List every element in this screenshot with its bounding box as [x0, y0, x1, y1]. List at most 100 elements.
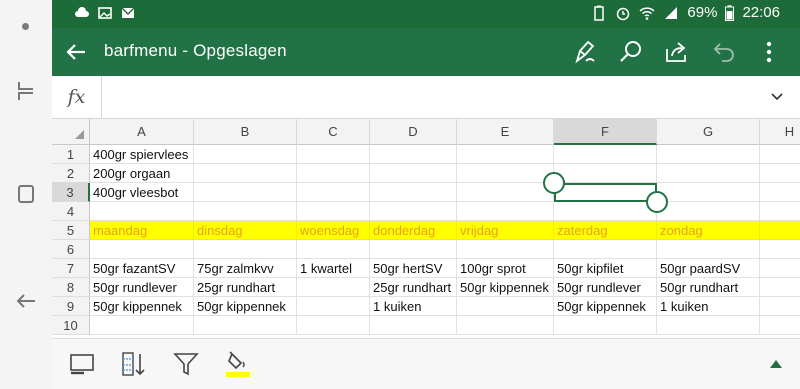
more-vert-icon[interactable]: [756, 39, 782, 65]
cell-b5[interactable]: dinsdag: [194, 221, 297, 240]
cell-f7[interactable]: 50gr kipfilet: [554, 259, 657, 278]
cell-g10[interactable]: [657, 316, 760, 335]
cell-h4[interactable]: [760, 202, 800, 221]
cell-a7[interactable]: 50gr fazantSV: [90, 259, 194, 278]
system-back-icon[interactable]: [15, 293, 37, 309]
cell-h10[interactable]: [760, 316, 800, 335]
cell-f5[interactable]: zaterdag: [554, 221, 657, 240]
cell-c1[interactable]: [297, 145, 370, 164]
column-header-e[interactable]: E: [457, 119, 554, 145]
search-icon[interactable]: [618, 39, 644, 65]
cell-b9[interactable]: 50gr kippennek: [194, 297, 297, 316]
cell-h1[interactable]: [760, 145, 800, 164]
cell-d5[interactable]: donderdag: [370, 221, 457, 240]
home-icon[interactable]: [17, 184, 35, 204]
card-view-icon[interactable]: [68, 350, 96, 378]
row-header-2[interactable]: 2: [52, 164, 90, 183]
cell-a1[interactable]: 400gr spiervlees: [90, 145, 194, 164]
cell-b1[interactable]: [194, 145, 297, 164]
column-header-d[interactable]: D: [370, 119, 457, 145]
cell-f4[interactable]: [554, 202, 657, 221]
cell-d2[interactable]: [370, 164, 457, 183]
cell-g6[interactable]: [657, 240, 760, 259]
cell-c8[interactable]: [297, 278, 370, 297]
cell-c9[interactable]: [297, 297, 370, 316]
cell-c7[interactable]: 1 kwartel: [297, 259, 370, 278]
row-header-6[interactable]: 6: [52, 240, 90, 259]
cell-d1[interactable]: [370, 145, 457, 164]
cell-a4[interactable]: [90, 202, 194, 221]
cell-a5[interactable]: maandag: [90, 221, 194, 240]
cell-h9[interactable]: [760, 297, 800, 316]
cell-f6[interactable]: [554, 240, 657, 259]
cell-g7[interactable]: 50gr paardSV: [657, 259, 760, 278]
cell-b2[interactable]: [194, 164, 297, 183]
cell-a10[interactable]: [90, 316, 194, 335]
cell-d10[interactable]: [370, 316, 457, 335]
row-header-10[interactable]: 10: [52, 316, 90, 335]
cell-d7[interactable]: 50gr hertSV: [370, 259, 457, 278]
cell-d8[interactable]: 25gr rundhart: [370, 278, 457, 297]
cell-e5[interactable]: vrijdag: [457, 221, 554, 240]
spreadsheet-grid[interactable]: A B C D E F G H 1 400gr spiervlees 2 200gr orgaan 3 4…: [52, 119, 800, 338]
row-header-3[interactable]: 3: [52, 183, 90, 202]
cell-b10[interactable]: [194, 316, 297, 335]
filter-icon[interactable]: [172, 350, 200, 378]
expand-toolbar-icon[interactable]: [770, 360, 782, 368]
row-header-5[interactable]: 5: [52, 221, 90, 240]
row-header-7[interactable]: 7: [52, 259, 90, 278]
row-header-8[interactable]: 8: [52, 278, 90, 297]
cell-h6[interactable]: [760, 240, 800, 259]
cell-c5[interactable]: woensdag: [297, 221, 370, 240]
recent-apps-icon[interactable]: [16, 80, 36, 102]
cell-a8[interactable]: 50gr rundlever: [90, 278, 194, 297]
cell-b6[interactable]: [194, 240, 297, 259]
selection-handle-end[interactable]: [646, 191, 668, 213]
cell-d9[interactable]: 1 kuiken: [370, 297, 457, 316]
selection-box[interactable]: [554, 183, 657, 202]
column-header-a[interactable]: A: [90, 119, 194, 145]
cell-f1[interactable]: [554, 145, 657, 164]
cell-c4[interactable]: [297, 202, 370, 221]
cell-c3[interactable]: [297, 183, 370, 202]
cell-a9[interactable]: 50gr kippennek: [90, 297, 194, 316]
share-icon[interactable]: [664, 39, 690, 65]
cell-d3[interactable]: [370, 183, 457, 202]
column-header-h[interactable]: H: [760, 119, 800, 145]
cell-h5[interactable]: [760, 221, 800, 240]
undo-icon[interactable]: [712, 39, 738, 65]
cell-e8[interactable]: 50gr kippennek: [457, 278, 554, 297]
selection-handle-start[interactable]: [543, 172, 565, 194]
cell-a2[interactable]: 200gr orgaan: [90, 164, 194, 183]
cell-a3[interactable]: 400gr vleesbot: [90, 183, 194, 202]
cell-b7[interactable]: 75gr zalmkvv: [194, 259, 297, 278]
cell-e9[interactable]: [457, 297, 554, 316]
cell-d4[interactable]: [370, 202, 457, 221]
cell-f9[interactable]: 50gr kippennek: [554, 297, 657, 316]
cell-g5[interactable]: zondag: [657, 221, 760, 240]
column-header-b[interactable]: B: [194, 119, 297, 145]
cell-h2[interactable]: [760, 164, 800, 183]
cell-e7[interactable]: 100gr sprot: [457, 259, 554, 278]
cell-e4[interactable]: [457, 202, 554, 221]
cell-b3[interactable]: [194, 183, 297, 202]
chevron-down-icon[interactable]: [770, 91, 784, 103]
cell-d6[interactable]: [370, 240, 457, 259]
cell-e3[interactable]: [457, 183, 554, 202]
cell-h7[interactable]: [760, 259, 800, 278]
cell-e2[interactable]: [457, 164, 554, 183]
cell-b8[interactable]: 25gr rundhart: [194, 278, 297, 297]
cell-f2[interactable]: [554, 164, 657, 183]
cell-b4[interactable]: [194, 202, 297, 221]
cell-h8[interactable]: [760, 278, 800, 297]
cell-g9[interactable]: 1 kuiken: [657, 297, 760, 316]
row-header-9[interactable]: 9: [52, 297, 90, 316]
row-header-4[interactable]: 4: [52, 202, 90, 221]
cell-e10[interactable]: [457, 316, 554, 335]
cell-g4[interactable]: [657, 202, 760, 221]
fill-color-icon[interactable]: [224, 350, 252, 378]
row-header-1[interactable]: 1: [52, 145, 90, 164]
cell-h3[interactable]: [760, 183, 800, 202]
column-header-g[interactable]: G: [657, 119, 760, 145]
cell-f10[interactable]: [554, 316, 657, 335]
